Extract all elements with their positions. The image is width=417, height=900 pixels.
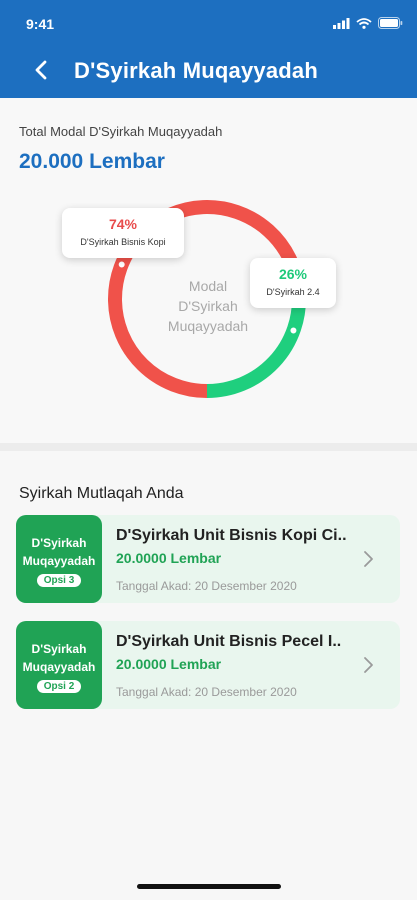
slice-marker-bisnis-kopi <box>116 259 127 270</box>
syirkah-card[interactable]: D'Syirkah Muqayyadah Opsi 3 D'Syirkah Un… <box>16 515 400 603</box>
app-header: 9:41 D'Syirkah Muqayyadah <box>0 0 417 98</box>
chevron-right-icon[interactable] <box>362 656 374 674</box>
status-bar: 9:41 <box>0 14 417 36</box>
card-title: D'Syirkah Unit Bisnis Kopi Ci.. <box>116 527 347 544</box>
battery-icon <box>378 17 403 29</box>
callout-percent: 74% <box>108 216 138 232</box>
donut-center-label: Modal D'Syirkah Muqayyadah <box>164 276 252 336</box>
callout-name: D'Syirkah Bisnis Kopi <box>80 237 166 247</box>
section-divider <box>0 443 417 451</box>
badge-line-2: Muqayyadah <box>22 660 96 674</box>
center-line-3: Muqayyadah <box>167 318 249 334</box>
chevron-left-icon[interactable] <box>30 56 54 84</box>
card-title: D'Syirkah Unit Bisnis Pecel I.. <box>116 633 342 650</box>
chevron-right-icon[interactable] <box>362 550 374 568</box>
badge-line-2: Muqayyadah <box>22 554 96 568</box>
home-indicator <box>137 884 281 889</box>
syirkah-card[interactable]: D'Syirkah Muqayyadah Opsi 2 D'Syirkah Un… <box>16 621 400 709</box>
status-icons <box>333 17 403 29</box>
page-title: D'Syirkah Muqayyadah <box>74 58 318 83</box>
total-modal-label: Total Modal D'Syirkah Muqayyadah <box>19 124 223 139</box>
opsi-pill: Opsi 3 <box>36 574 82 587</box>
type-badge: D'Syirkah Muqayyadah Opsi 2 <box>16 621 102 709</box>
card-date: Tanggal Akad: 20 Desember 2020 <box>116 685 297 699</box>
summary-panel: Total Modal D'Syirkah Muqayyadah 20.000 … <box>0 98 417 443</box>
status-time: 9:41 <box>26 16 55 32</box>
nav-bar: D'Syirkah Muqayyadah <box>0 50 417 90</box>
donut-chart: Modal D'Syirkah Muqayyadah 74% D'Syirkah… <box>60 198 360 408</box>
badge-line-1: D'Syirkah <box>31 536 87 550</box>
callout-name: D'Syirkah 2.4 <box>266 287 320 297</box>
opsi-pill: Opsi 2 <box>36 680 82 693</box>
card-amount: 20.0000 Lembar <box>116 656 222 672</box>
callout-dsyirkah-24: 26% D'Syirkah 2.4 <box>250 258 336 308</box>
slice-marker-dsyirkah-24 <box>288 325 299 336</box>
card-amount: 20.0000 Lembar <box>116 550 222 566</box>
type-badge: D'Syirkah Muqayyadah Opsi 3 <box>16 515 102 603</box>
callout-percent: 26% <box>278 266 308 282</box>
callout-bisnis-kopi: 74% D'Syirkah Bisnis Kopi <box>62 208 184 258</box>
wifi-icon <box>356 17 372 29</box>
signal-icon <box>333 17 350 29</box>
card-date: Tanggal Akad: 20 Desember 2020 <box>116 579 297 593</box>
total-modal-value: 20.000 Lembar <box>19 150 165 173</box>
section-title: Syirkah Mutlaqah Anda <box>19 485 184 502</box>
badge-line-1: D'Syirkah <box>31 642 87 656</box>
center-line-2: D'Syirkah <box>178 298 238 314</box>
center-line-1: Modal <box>188 278 228 294</box>
